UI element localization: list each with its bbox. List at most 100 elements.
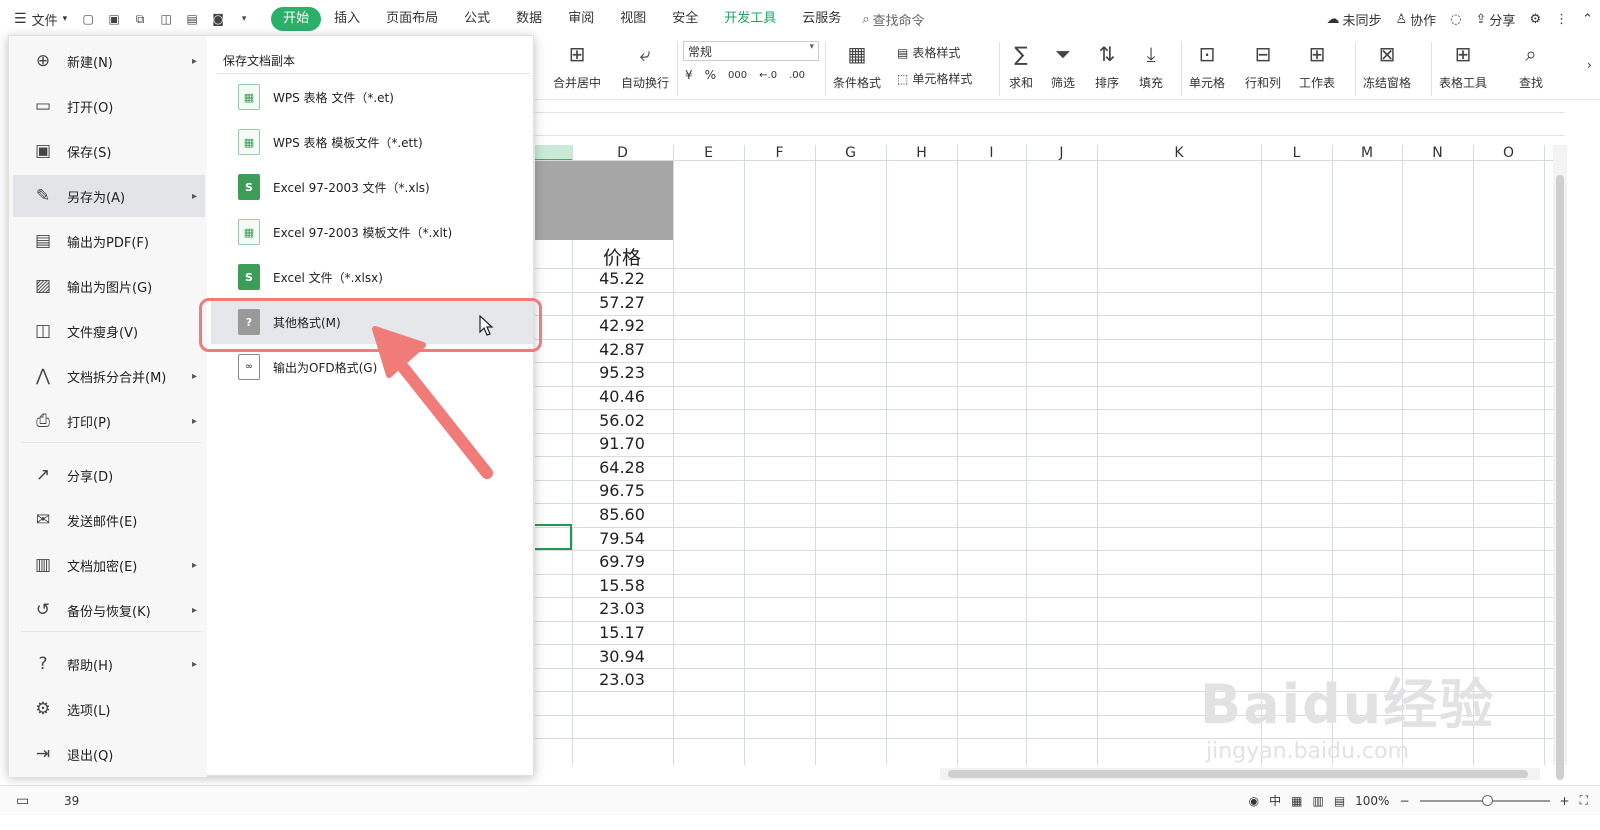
- horizontal-scrollbar[interactable]: [940, 768, 1540, 780]
- tab-3[interactable]: 公式: [451, 7, 503, 31]
- file-menu-item[interactable]: ? 帮助(H) ▸: [13, 643, 205, 685]
- new-doc-icon[interactable]: ▢: [75, 6, 101, 32]
- column-header[interactable]: N: [1402, 145, 1473, 161]
- file-menu-item[interactable]: ▨ 输出为图片(G): [13, 265, 205, 307]
- normal-view-icon[interactable]: ▦: [1291, 794, 1302, 808]
- freeze-panes-button[interactable]: ⊠ 冻结窗格: [1363, 40, 1411, 91]
- ribbon-scroll-right-icon[interactable]: ›: [1587, 58, 1592, 72]
- cell-button[interactable]: ⊡ 单元格: [1189, 40, 1225, 91]
- price-cell[interactable]: 23.03: [572, 599, 672, 618]
- column-header[interactable]: O: [1473, 145, 1544, 161]
- column-header[interactable]: I: [957, 145, 1026, 161]
- file-menu-item[interactable]: ↗ 分享(D): [13, 454, 205, 496]
- sum-button[interactable]: ∑ 求和: [1007, 40, 1035, 91]
- macro-icon[interactable]: ▭: [16, 793, 29, 809]
- worksheet-button[interactable]: ⊞ 工作表: [1299, 40, 1335, 91]
- price-cell[interactable]: 15.58: [572, 576, 672, 595]
- wrap-text-button[interactable]: ⤶ 自动换行: [621, 40, 669, 91]
- save-format-option[interactable]: ▦ WPS 表格 文件（*.et): [211, 75, 533, 119]
- tab-6[interactable]: 视图: [607, 7, 659, 31]
- zoom-slider[interactable]: [1419, 794, 1550, 806]
- increase-decimal-icon[interactable]: ←.0: [759, 70, 777, 81]
- price-cell[interactable]: 56.02: [572, 411, 672, 430]
- camera-icon[interactable]: ◙: [205, 6, 231, 32]
- price-cell[interactable]: 64.28: [572, 458, 672, 477]
- price-cell[interactable]: 15.17: [572, 623, 672, 642]
- price-cell[interactable]: 40.46: [572, 387, 672, 406]
- file-menu-item[interactable]: ◫ 文件瘦身(V): [13, 310, 205, 352]
- scroll-thumb[interactable]: [1556, 175, 1564, 780]
- price-cell[interactable]: 42.92: [572, 316, 672, 335]
- column-header[interactable]: J: [1026, 145, 1097, 161]
- column-header[interactable]: G: [815, 145, 886, 161]
- price-cell[interactable]: 79.54: [572, 529, 672, 548]
- zoom-out-icon[interactable]: −: [1399, 794, 1409, 808]
- file-menu-item[interactable]: ✉ 发送邮件(E): [13, 499, 205, 541]
- table-style-button[interactable]: ▤ 表格样式: [897, 44, 960, 61]
- sort-button[interactable]: ⇅ 排序: [1093, 40, 1121, 91]
- file-menu-item[interactable]: ▤ 输出为PDF(F): [13, 220, 205, 262]
- column-header[interactable]: D: [572, 145, 673, 161]
- formula-bar[interactable]: [535, 112, 1565, 136]
- tab-9[interactable]: 云服务: [789, 7, 854, 31]
- price-cell[interactable]: 96.75: [572, 481, 672, 500]
- page-layout-icon[interactable]: ▥: [1312, 794, 1323, 808]
- save-format-option[interactable]: ▦ WPS 表格 模板文件（*.ett): [211, 120, 533, 164]
- tab-8[interactable]: 开发工具: [711, 7, 789, 31]
- file-menu-item[interactable]: ▭ 打开(O): [13, 85, 205, 127]
- file-menu-item[interactable]: ⎙ 打印(P) ▸: [13, 400, 205, 442]
- zoom-level[interactable]: 100%: [1355, 794, 1389, 808]
- settings-icon[interactable]: ⚙: [1522, 12, 1548, 27]
- currency-button[interactable]: ¥: [685, 68, 693, 82]
- tab-1[interactable]: 插入: [321, 7, 373, 31]
- price-cell[interactable]: 69.79: [572, 552, 672, 571]
- price-cell[interactable]: 95.23: [572, 363, 672, 382]
- file-menu-item[interactable]: ⊕ 新建(N) ▸: [13, 40, 205, 82]
- vertical-scrollbar[interactable]: [1553, 145, 1567, 780]
- find-button[interactable]: ⌕ 查找: [1517, 40, 1545, 91]
- print-preview-icon[interactable]: ▤: [179, 6, 205, 32]
- column-header[interactable]: M: [1332, 145, 1402, 161]
- save-format-option[interactable]: S Excel 97-2003 文件（*.xls): [211, 165, 533, 209]
- column-header[interactable]: F: [744, 145, 815, 161]
- column-header[interactable]: L: [1261, 145, 1332, 161]
- file-menu-item[interactable]: ⋀ 文档拆分合并(M) ▸: [13, 355, 205, 397]
- save-icon[interactable]: ▣: [101, 6, 127, 32]
- decrease-decimal-icon[interactable]: .00: [789, 70, 805, 81]
- price-cell[interactable]: 42.87: [572, 340, 672, 359]
- selected-cell[interactable]: [535, 524, 572, 550]
- tab-7[interactable]: 安全: [659, 7, 711, 31]
- input-method-icon[interactable]: 中: [1269, 792, 1281, 809]
- fullscreen-icon[interactable]: ⛶: [1580, 793, 1588, 808]
- tab-5[interactable]: 审阅: [555, 7, 607, 31]
- merged-gray-cell[interactable]: [535, 161, 673, 240]
- column-header[interactable]: K: [1097, 145, 1261, 161]
- conditional-format-button[interactable]: ▦ 条件格式: [833, 40, 881, 91]
- tab-2[interactable]: 页面布局: [373, 7, 451, 31]
- sync-button[interactable]: ☁ 未同步: [1319, 10, 1388, 29]
- file-menu-item[interactable]: ⇥ 退出(Q): [13, 733, 205, 775]
- price-cell[interactable]: 91.70: [572, 434, 672, 453]
- collab-button[interactable]: ♙ 协作: [1389, 10, 1444, 29]
- tab-0[interactable]: 开始: [271, 7, 322, 31]
- more-dropdown-icon[interactable]: ▾: [231, 6, 257, 32]
- cell-style-button[interactable]: ⬚ 单元格样式: [897, 70, 972, 87]
- more-icon[interactable]: ⋮: [1548, 12, 1575, 27]
- price-cell[interactable]: 85.60: [572, 505, 672, 524]
- eye-icon[interactable]: ◉: [1249, 794, 1259, 808]
- row-col-button[interactable]: ⊟ 行和列: [1245, 40, 1281, 91]
- price-header-cell[interactable]: 价格: [572, 243, 672, 270]
- price-cell[interactable]: 45.22: [572, 269, 672, 288]
- column-header[interactable]: E: [673, 145, 744, 161]
- price-cell[interactable]: 23.03: [572, 670, 672, 689]
- number-format-select[interactable]: 常规 ▾: [683, 41, 819, 61]
- zoom-knob[interactable]: [1481, 794, 1493, 806]
- preview-icon[interactable]: ◫: [153, 6, 179, 32]
- column-header-selected[interactable]: [535, 145, 572, 161]
- save-format-option[interactable]: ▦ Excel 97-2003 模板文件（*.xlt): [211, 210, 533, 254]
- file-menu-item[interactable]: ✎ 另存为(A) ▸: [13, 175, 205, 217]
- price-cell[interactable]: 57.27: [572, 293, 672, 312]
- comment-icon[interactable]: ◌: [1443, 12, 1468, 27]
- percent-button[interactable]: %: [705, 68, 716, 82]
- fill-button[interactable]: ⤓ 填充: [1137, 40, 1165, 91]
